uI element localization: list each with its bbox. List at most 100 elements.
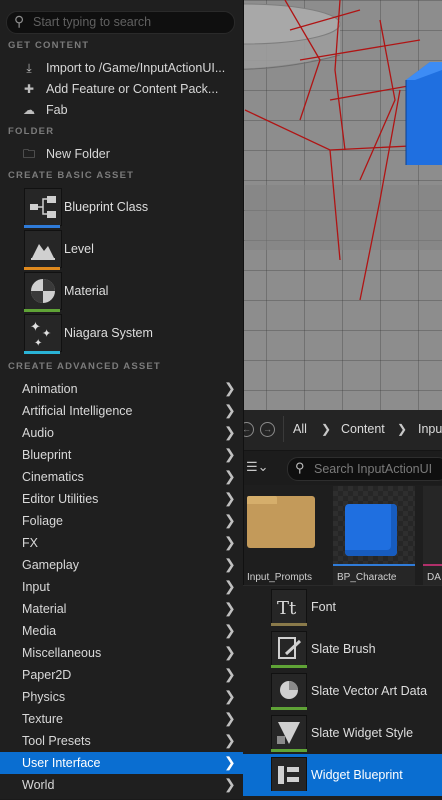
- category-blueprint[interactable]: Blueprint ❯: [0, 444, 243, 466]
- widget-blueprint-icon: [271, 757, 307, 792]
- svg-text:Tt: Tt: [277, 598, 297, 619]
- chevron-right-icon: ❯: [224, 534, 236, 550]
- chevron-right-icon: ❯: [224, 402, 236, 418]
- submenu-item-slate-widget-style[interactable]: Slate Widget Style: [243, 712, 442, 754]
- svg-text:✦: ✦: [42, 327, 51, 340]
- category-label: Texture: [22, 712, 63, 726]
- chevron-right-icon: ❯: [224, 468, 236, 484]
- svg-text:✦: ✦: [34, 338, 42, 349]
- category-label: FX: [22, 536, 38, 550]
- new-folder-icon: 🗀: [22, 147, 35, 161]
- category-editor-utilities[interactable]: Editor Utilities ❯: [0, 488, 243, 510]
- category-texture[interactable]: Texture ❯: [0, 708, 243, 730]
- add-new-context-menu: ⚲ Start typing to search GET CONTENT ⤓ I…: [0, 0, 244, 799]
- chevron-right-icon[interactable]: ❯: [397, 422, 407, 436]
- asset-label: DA: [427, 572, 441, 583]
- chevron-right-icon: ❯: [224, 556, 236, 572]
- asset-tile-blueprint[interactable]: BP_Characte: [333, 486, 415, 586]
- menu-item-label: Level: [64, 242, 94, 256]
- search-icon: ⚲: [295, 460, 305, 475]
- menu-item-new-folder[interactable]: 🗀 New Folder: [0, 143, 243, 165]
- category-label: Foliage: [22, 514, 63, 528]
- chevron-right-icon: ❯: [224, 644, 236, 660]
- category-label: Material: [22, 602, 67, 616]
- breadcrumb-content[interactable]: Content: [341, 422, 385, 436]
- chevron-right-icon: ❯: [224, 776, 236, 792]
- submenu-item-font[interactable]: Tt Font: [243, 586, 442, 628]
- content-browser-toolbar: ← → All ❯ Content ❯ Inpu: [239, 410, 442, 451]
- forward-icon[interactable]: →: [260, 422, 275, 437]
- asset-label: Input_Prompts: [247, 572, 313, 583]
- chevron-right-icon: ❯: [224, 732, 236, 748]
- submenu-item-label: Slate Brush: [311, 642, 376, 656]
- asset-search-input[interactable]: ⚲ Search InputActionUI: [287, 457, 442, 481]
- slate-brush-icon: [271, 631, 307, 666]
- menu-item-label: Blueprint Class: [64, 200, 149, 214]
- asset-tile-folder[interactable]: Input_Prompts: [243, 488, 323, 588]
- breadcrumb-all[interactable]: All: [293, 422, 307, 436]
- category-media[interactable]: Media ❯: [0, 620, 243, 642]
- breadcrumb-current[interactable]: Inpu: [418, 422, 442, 436]
- font-icon: Tt: [271, 589, 307, 624]
- submenu-item-label: Widget Blueprint: [311, 768, 403, 782]
- category-label: Blueprint: [22, 448, 72, 462]
- menu-search-input[interactable]: ⚲ Start typing to search: [6, 11, 235, 34]
- material-icon: [24, 272, 62, 310]
- search-icon: ⚲: [14, 13, 25, 29]
- category-tool-presets[interactable]: Tool Presets ❯: [0, 730, 243, 752]
- chevron-right-icon[interactable]: ❯: [321, 422, 331, 436]
- blueprint-class-icon: [24, 188, 62, 226]
- category-animation[interactable]: Animation ❯: [0, 378, 243, 400]
- divider: [283, 416, 284, 442]
- menu-item-material[interactable]: Material: [0, 271, 243, 313]
- menu-item-label: Niagara System: [64, 326, 153, 340]
- menu-item-niagara-system[interactable]: ✦ ✦ ✦ Niagara System: [0, 313, 243, 355]
- menu-item-add-feature[interactable]: ✚ Add Feature or Content Pack...: [0, 78, 243, 100]
- menu-item-blueprint-class[interactable]: Blueprint Class: [0, 187, 243, 229]
- category-world[interactable]: World ❯: [0, 774, 243, 796]
- category-artificial-intelligence[interactable]: Artificial Intelligence ❯: [0, 400, 243, 422]
- category-label: Media: [22, 624, 57, 638]
- category-user-interface[interactable]: User Interface ❯: [0, 752, 243, 774]
- category-material[interactable]: Material ❯: [0, 598, 243, 620]
- category-gameplay[interactable]: Gameplay ❯: [0, 554, 243, 576]
- category-label: Audio: [22, 426, 54, 440]
- category-fx[interactable]: FX ❯: [0, 532, 243, 554]
- submenu-item-widget-blueprint[interactable]: Widget Blueprint: [243, 754, 442, 796]
- category-cinematics[interactable]: Cinematics ❯: [0, 466, 243, 488]
- menu-item-fab[interactable]: ☁ Fab: [0, 99, 243, 121]
- section-header-folder: FOLDER: [8, 126, 55, 137]
- category-label: Tool Presets: [22, 734, 91, 748]
- category-paper2d[interactable]: Paper2D ❯: [0, 664, 243, 686]
- menu-item-import[interactable]: ⤓ Import to /Game/InputActionUI...: [0, 57, 243, 79]
- submenu-item-slate-brush[interactable]: Slate Brush: [243, 628, 442, 670]
- fab-icon: ☁: [23, 103, 35, 117]
- slate-widget-style-icon: [271, 715, 307, 750]
- add-feature-icon: ✚: [23, 82, 35, 96]
- asset-label: BP_Characte: [337, 572, 397, 583]
- chevron-right-icon: ❯: [224, 688, 236, 704]
- user-interface-submenu: Tt Font Slate Brush Slate Vector Art Dat…: [243, 585, 442, 800]
- menu-item-label: New Folder: [46, 147, 110, 161]
- chevron-right-icon: ❯: [224, 600, 236, 616]
- asset-tile-data-asset[interactable]: DA: [423, 486, 442, 586]
- level-icon: [24, 230, 62, 268]
- category-physics[interactable]: Physics ❯: [0, 686, 243, 708]
- menu-item-label: Material: [64, 284, 109, 298]
- category-audio[interactable]: Audio ❯: [0, 422, 243, 444]
- submenu-item-slate-vector-art-data[interactable]: Slate Vector Art Data: [243, 670, 442, 712]
- menu-item-level[interactable]: Level: [0, 229, 243, 271]
- category-label: User Interface: [22, 756, 101, 770]
- section-header-create-basic: CREATE BASIC ASSET: [8, 170, 135, 181]
- cube-thumbnail-icon: [345, 504, 397, 556]
- import-icon: ⤓: [26, 61, 32, 75]
- filter-icon[interactable]: ☰⌄: [246, 459, 269, 475]
- chevron-right-icon: ❯: [224, 754, 236, 770]
- category-miscellaneous[interactable]: Miscellaneous ❯: [0, 642, 243, 664]
- asset-search-placeholder: Search InputActionUI: [314, 462, 433, 476]
- content-browser-filter-bar: ☰⌄ ⚲ Search InputActionUI: [243, 451, 442, 485]
- menu-item-label: Fab: [46, 103, 68, 117]
- chevron-right-icon: ❯: [224, 424, 236, 440]
- category-input[interactable]: Input ❯: [0, 576, 243, 598]
- category-foliage[interactable]: Foliage ❯: [0, 510, 243, 532]
